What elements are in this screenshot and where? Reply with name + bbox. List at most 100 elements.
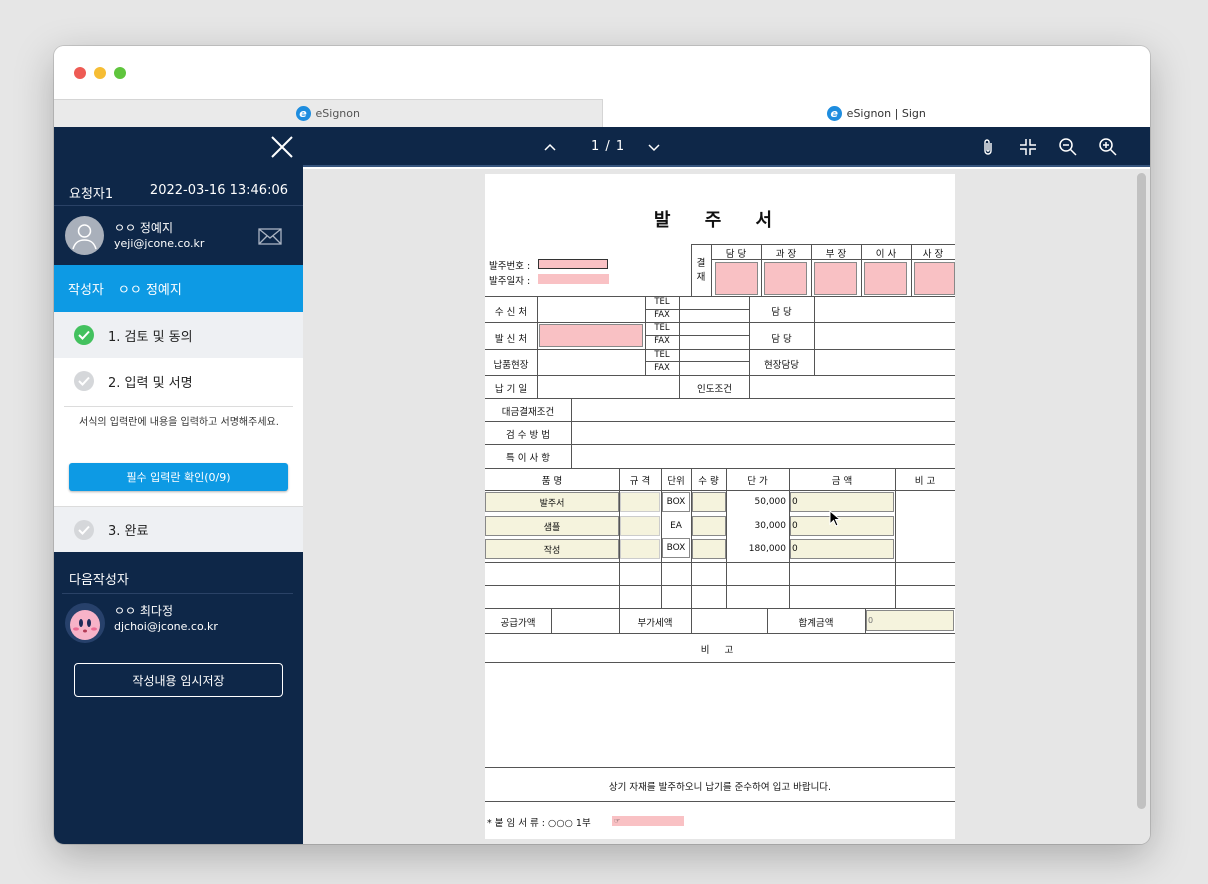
step2-description: 서식의 입력란에 내용을 입력하고 서명해주세요. [79,417,279,428]
step-complete[interactable]: 3. 완료 [54,506,303,552]
sender-field[interactable] [539,324,643,347]
sidebar: 요청자1 2022-03-16 13:46:06 ㅇㅇ 정예지 yeji@jco… [54,127,303,844]
item-amount: 0 [792,497,798,507]
fax-label: FAX [654,363,670,373]
approval-sign-field[interactable] [814,262,857,295]
total-label: 합계금액 [798,618,834,629]
total-value: 0 [868,616,874,625]
vertical-scrollbar[interactable] [1137,173,1146,809]
request-datetime: 2022-03-16 13:46:06 [149,183,288,198]
next-writer-name: ㅇㅇ 최다정 [114,604,174,618]
item-name-field[interactable]: 작성 [485,539,619,559]
next-writer-label: 다음작성자 [69,573,129,588]
item-unit: BOX [666,497,686,507]
close-icon[interactable] [270,135,294,159]
maximize-window-button[interactable] [114,67,126,79]
minimize-window-button[interactable] [94,67,106,79]
item-unit-field[interactable]: BOX [662,492,690,512]
step-review-agree[interactable]: 1. 검토 및 동의 [54,312,303,358]
item-header: 단위 [667,476,685,487]
item-unit-field[interactable]: BOX [662,538,690,558]
fax-label: FAX [654,336,670,346]
requester-label: 요청자1 [69,187,114,202]
zoom-out-icon[interactable] [1058,137,1078,157]
item-price-field[interactable]: 180,000 [727,539,789,559]
item-header: 품 명 [541,476,563,487]
item-price-field[interactable]: 30,000 [727,516,789,536]
item-name-field[interactable]: 발주서 [485,492,619,512]
browser-window: e eSignon e eSignon | Sign 요청자1 2022-03-… [54,46,1150,844]
item-price: 30,000 [754,521,787,531]
writer-label: 작성자 [68,283,104,298]
item-spec-field[interactable] [620,492,660,512]
divider [62,593,293,594]
page-indicator: 1 / 1 [591,139,626,154]
step2-panel: 서식의 입력란에 내용을 입력하고 서명해주세요. 필수 입력란 확인(0/9) [54,404,303,506]
manager-label: 담 당 [771,334,792,345]
chevron-up-icon[interactable] [540,137,560,157]
item-spec-field[interactable] [620,539,660,559]
requester-row: 요청자1 2022-03-16 13:46:06 [69,183,288,202]
remarks-label: 비 고 [700,645,740,656]
order-date-field[interactable] [538,274,609,284]
order-date-label: 발주일자 : [489,276,531,287]
item-qty-field[interactable] [692,539,726,559]
tel-label: TEL [654,297,670,307]
attachment-field[interactable]: ☞ [612,816,684,826]
payment-label: 대금결재조건 [501,407,555,418]
attachment-label: * 붙 임 서 류 : ○○○ 1부 [487,818,591,829]
viewer-toolbar: 1 / 1 [303,127,1150,167]
order-no-field[interactable] [538,259,608,269]
item-qty-field[interactable] [692,516,726,536]
paperclip-icon[interactable] [978,137,998,157]
step-label: 1. 검토 및 동의 [108,329,193,345]
writer-bar: 작성자 ㅇㅇ 정예지 [54,265,303,312]
item-amount: 0 [792,521,798,531]
tab-esignon[interactable]: e eSignon [54,99,603,127]
manager-label: 담 당 [771,307,792,318]
inspection-label: 검 수 방 법 [505,430,551,441]
recipient-label: 수 신 처 [494,307,528,318]
item-unit: EA [670,521,682,531]
mail-icon[interactable] [258,228,282,245]
writer-name: ㅇㅇ 정예지 [117,283,182,298]
item-amount-field[interactable]: 0 [790,539,894,559]
temp-save-button[interactable]: 작성내용 임시저장 [74,663,283,697]
avatar [65,216,104,255]
item-header: 수 량 [698,476,719,487]
item-price-field[interactable]: 50,000 [727,492,789,512]
item-amount-field[interactable]: 0 [790,492,894,512]
tab-esignon-sign[interactable]: e eSignon | Sign [602,99,1150,127]
esignon-logo-icon: e [826,105,842,121]
purchase-order-document: 발 주 서 발주번호 : 발주일자 : 결 재 담 당 과 장 부 장 이 사 … [485,174,955,839]
item-name: 작성 [543,545,561,556]
item-header: 단 가 [747,476,768,487]
approval-sign-field[interactable] [864,262,907,295]
item-name-field[interactable]: 샘플 [485,516,619,536]
vat-label: 부가세액 [637,618,673,629]
requester-profile: ㅇㅇ 정예지 yeji@jcone.co.kr [54,205,303,265]
approval-sign-field[interactable] [715,262,758,295]
fit-page-icon[interactable] [1018,137,1038,157]
total-field[interactable]: 0 [866,610,954,631]
supply-label: 공급가액 [500,618,536,629]
zoom-in-icon[interactable] [1098,137,1118,157]
item-spec-field[interactable] [620,516,660,536]
user-icon [72,224,97,250]
close-window-button[interactable] [74,67,86,79]
step-input-sign[interactable]: 2. 입력 및 서명 [54,358,303,404]
sender-label: 발 신 처 [494,334,528,345]
approval-sign-field[interactable] [764,262,807,295]
approval-col: 담 당 [725,249,747,260]
required-fields-check-button[interactable]: 필수 입력란 확인(0/9) [69,463,288,491]
item-qty-field[interactable] [692,492,726,512]
chevron-down-icon[interactable] [644,137,664,157]
avatar [65,603,105,643]
approval-sign-field[interactable] [914,262,955,295]
hand-point-icon: ☞ [614,817,621,825]
check-circle-icon [74,371,94,391]
tel-label: TEL [654,350,670,360]
item-unit-field[interactable]: EA [662,516,690,536]
step-label: 3. 완료 [108,524,149,539]
document-viewer: 발 주 서 발주번호 : 발주일자 : 결 재 담 당 과 장 부 장 이 사 … [303,169,1150,844]
